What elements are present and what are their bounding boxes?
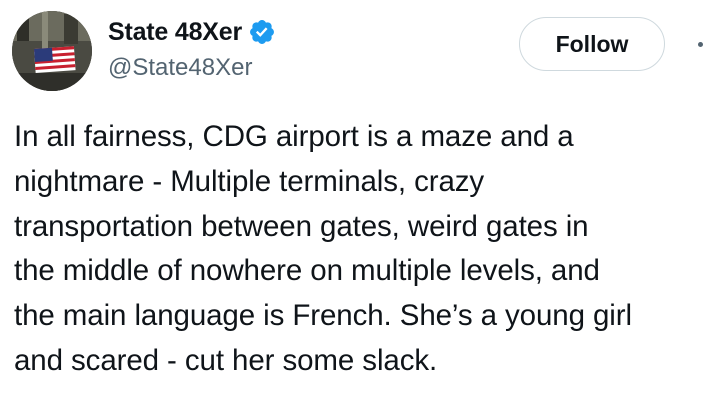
more-options-icon[interactable]: [690, 26, 710, 62]
tweet-text-line: transportation between gates, weird gate…: [14, 209, 589, 243]
tweet-text-line: the middle of nowhere on multiple levels…: [14, 254, 600, 288]
avatar-flag-photo-icon: [12, 11, 92, 91]
tweet-text-line: the main language is French. She’s a you…: [14, 299, 632, 333]
author-name-row: State 48Xer: [108, 15, 276, 49]
verified-badge-icon[interactable]: [248, 18, 276, 46]
tweet-text-line: and scared - cut her some slack.: [14, 343, 438, 377]
more-options-dot: [697, 41, 703, 47]
avatar[interactable]: [12, 11, 92, 91]
tweet-text: In all fairness, CDG airport is a maze a…: [14, 115, 704, 384]
follow-button[interactable]: Follow: [519, 17, 665, 71]
author-display-name[interactable]: State 48Xer: [108, 15, 242, 49]
tweet-text-line: In all fairness, CDG airport is a maze a…: [14, 120, 574, 153]
tweet-text-line: nightmare - Multiple terminals, crazy: [14, 164, 485, 198]
author-handle[interactable]: @State48Xer: [108, 52, 252, 84]
